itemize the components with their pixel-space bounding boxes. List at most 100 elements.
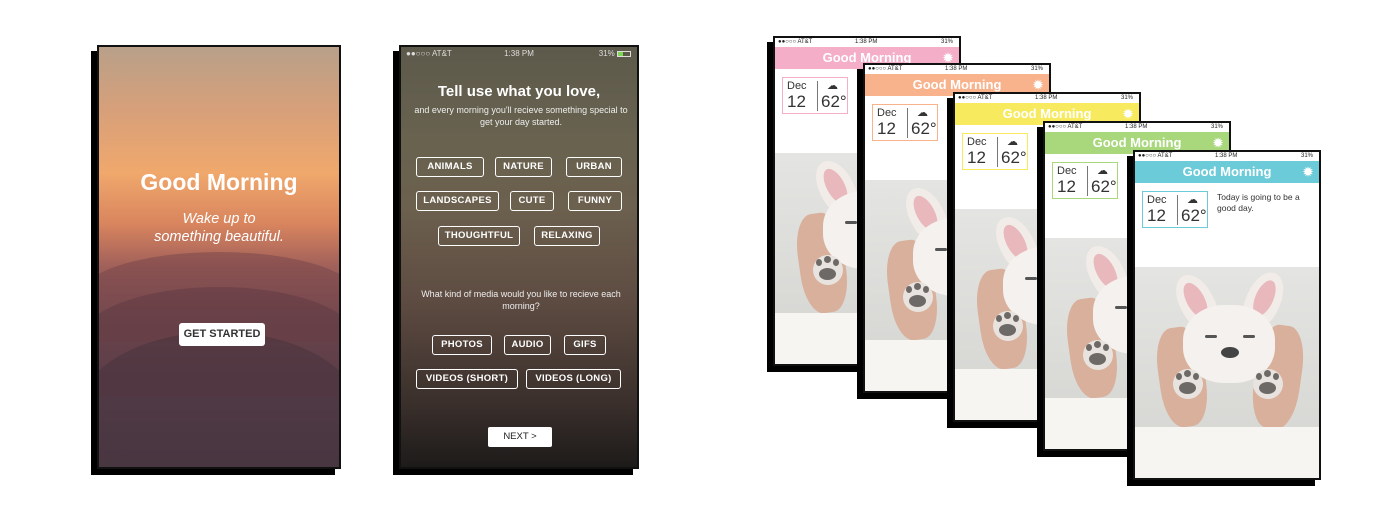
- status-time: 1:38 PM: [1215, 153, 1238, 159]
- preferences-screen: ●●○○○ AT&T 1:38 PM 31% Tell use what you…: [399, 45, 639, 469]
- bottom-area: [1135, 427, 1319, 478]
- date-weather-box: Dec 12 ☁ 62°: [1052, 162, 1118, 199]
- preferences-description: and every morning you'll recieve somethi…: [414, 105, 628, 127]
- temperature: 62°: [821, 92, 847, 111]
- puppy-paw: [1173, 369, 1203, 399]
- date-weather-box: Dec 12 ☁ 62°: [872, 104, 938, 141]
- partly-cloudy-icon: ☁: [1007, 136, 1018, 148]
- temperature: 62°: [911, 119, 937, 138]
- welcome-subtitle-line: Wake up to: [182, 211, 256, 227]
- interest-chip-urban[interactable]: URBAN: [566, 157, 622, 177]
- battery-percent: 31%: [1210, 124, 1223, 130]
- next-button[interactable]: NEXT >: [488, 427, 552, 447]
- puppy-eye: [935, 248, 947, 251]
- puppy-eye: [1115, 306, 1127, 309]
- battery-percent: 31%: [1030, 66, 1043, 72]
- daily-screen-5: ●●○○○ AT&T 1:38 PM 31% Good Morning ✹ De…: [1133, 150, 1321, 480]
- divider: [907, 108, 908, 138]
- status-bar: ●●○○○ AT&T 1:38 PM 31%: [865, 65, 1049, 74]
- partly-cloudy-icon: ☁: [917, 107, 928, 119]
- header-title: Good Morning: [1092, 135, 1182, 150]
- puppy-paw: [813, 255, 843, 285]
- battery-percent: 31%: [1300, 153, 1313, 159]
- divider: [1087, 166, 1088, 196]
- battery-percent: 31%: [598, 49, 615, 58]
- media-chip-photos[interactable]: PHOTOS: [432, 335, 492, 355]
- header-title: Good Morning: [1002, 106, 1092, 121]
- puppy-eye: [1025, 277, 1037, 280]
- partly-cloudy-icon: ☁: [1187, 194, 1198, 206]
- media-chip-audio[interactable]: AUDIO: [504, 335, 551, 355]
- temperature: 62°: [1001, 148, 1027, 167]
- interest-chip-animals[interactable]: ANIMALS: [416, 157, 484, 177]
- header-title: Good Morning: [912, 77, 1002, 92]
- welcome-screen: Good Morning Wake up to something beauti…: [97, 45, 341, 469]
- carrier-label: ●●○○○ AT&T: [868, 66, 903, 72]
- carrier-label: ●●○○○ AT&T: [958, 95, 993, 101]
- puppy-eye: [845, 221, 857, 224]
- puppy-nose: [1221, 347, 1239, 358]
- welcome-title: Good Morning: [140, 169, 298, 195]
- date-weather-box: Dec 12 ☁ 62°: [1142, 191, 1208, 228]
- interest-chip-funny[interactable]: FUNNY: [568, 191, 622, 211]
- partly-cloudy-icon: ☁: [1097, 165, 1108, 177]
- status-time: 1:38 PM: [855, 39, 878, 45]
- puppy-paw: [1253, 369, 1283, 399]
- divider: [817, 81, 818, 111]
- header-bar: Good Morning ✹: [1135, 161, 1319, 183]
- puppy-eye: [1243, 335, 1255, 338]
- puppy-paw: [1083, 340, 1113, 370]
- date-month: Dec: [787, 80, 807, 92]
- carrier-label: ●●○○○ AT&T: [778, 39, 813, 45]
- date-day: 12: [1147, 206, 1166, 225]
- daily-message: Today is going to be a good day.: [1217, 192, 1300, 213]
- status-time: 1:38 PM: [1035, 95, 1058, 101]
- date-month: Dec: [1057, 165, 1077, 177]
- date-month: Dec: [967, 136, 987, 148]
- date-month: Dec: [1147, 194, 1167, 206]
- welcome-subtitle: Wake up to something beautiful.: [99, 210, 339, 246]
- mountain-ridge: [99, 332, 339, 467]
- status-bar: ●●○○○ AT&T 1:38 PM 31%: [1045, 123, 1229, 132]
- divider: [997, 137, 998, 167]
- puppy-photo: [1135, 267, 1319, 427]
- media-question: What kind of media would you like to rec…: [421, 289, 621, 311]
- divider: [1177, 195, 1178, 225]
- interest-chip-thoughtful[interactable]: THOUGHTFUL: [438, 226, 520, 246]
- date-weather-box: Dec 12 ☁ 62°: [782, 77, 848, 114]
- temperature: 62°: [1091, 177, 1117, 196]
- status-time: 1:38 PM: [1125, 124, 1148, 130]
- get-started-button[interactable]: GET STARTED: [179, 323, 265, 346]
- carrier-label: ●●○○○ AT&T: [1138, 153, 1173, 159]
- carrier-label: ●●○○○ AT&T: [1048, 124, 1083, 130]
- status-bar: ●●○○○ AT&T 1:38 PM 31%: [401, 47, 637, 61]
- status-bar: ●●○○○ AT&T 1:38 PM 31%: [955, 94, 1139, 103]
- date-day: 12: [787, 92, 806, 111]
- battery-percent: 31%: [940, 39, 953, 45]
- interest-chip-landscapes[interactable]: LANDSCAPES: [416, 191, 499, 211]
- date-day: 12: [1057, 177, 1076, 196]
- media-chip-videos-long[interactable]: VIDEOS (LONG): [526, 369, 621, 389]
- puppy-eye: [1205, 335, 1217, 338]
- preferences-title: Tell use what you love,: [437, 83, 601, 100]
- partly-cloudy-icon: ☁: [827, 80, 838, 92]
- puppy-paw: [903, 282, 933, 312]
- interest-chip-nature[interactable]: NATURE: [495, 157, 552, 177]
- date-day: 12: [877, 119, 896, 138]
- status-time: 1:38 PM: [945, 66, 968, 72]
- gear-icon[interactable]: ✹: [1303, 161, 1313, 183]
- date-month: Dec: [877, 107, 897, 119]
- date-day: 12: [967, 148, 986, 167]
- interest-chip-cute[interactable]: CUTE: [510, 191, 554, 211]
- status-bar: ●●○○○ AT&T 1:38 PM 31%: [775, 38, 959, 47]
- battery-percent: 31%: [1120, 95, 1133, 101]
- media-chip-videos-short[interactable]: VIDEOS (SHORT): [416, 369, 518, 389]
- header-title: Good Morning: [1182, 164, 1272, 179]
- puppy-paw: [993, 311, 1023, 341]
- temperature: 62°: [1181, 206, 1207, 225]
- date-weather-box: Dec 12 ☁ 62°: [962, 133, 1028, 170]
- media-chip-gifs[interactable]: GIFS: [564, 335, 606, 355]
- welcome-subtitle-line: something beautiful.: [154, 229, 284, 245]
- status-bar: ●●○○○ AT&T 1:38 PM 31%: [1135, 152, 1319, 161]
- interest-chip-relaxing[interactable]: RELAXING: [534, 226, 600, 246]
